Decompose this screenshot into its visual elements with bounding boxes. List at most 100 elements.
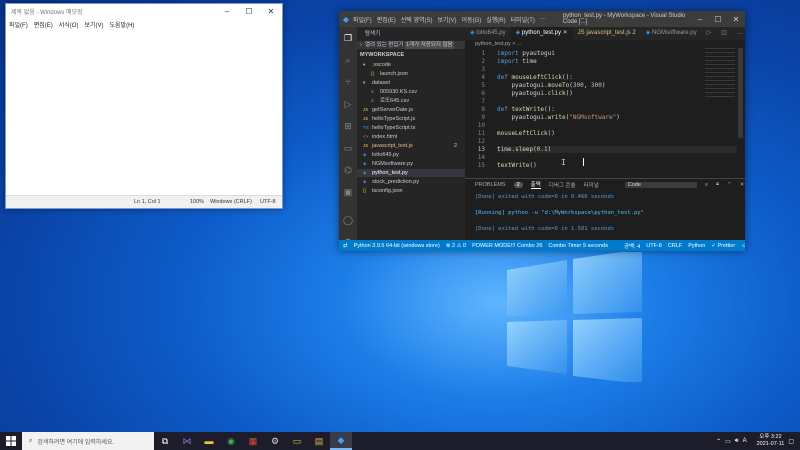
file-tree-item[interactable]: ◈ python_test.py <box>357 169 465 177</box>
vs-menu-more[interactable]: ... <box>540 15 545 24</box>
clear-output-icon[interactable]: ≡ <box>705 182 708 188</box>
notepad-text-area[interactable] <box>6 30 282 195</box>
workspace-section[interactable]: MYWORKSPACE <box>357 51 465 59</box>
file-tree-item[interactable]: {} launch.json <box>357 70 465 78</box>
vs-menu-run[interactable]: 실행(R) <box>486 15 505 24</box>
notification-center-icon[interactable]: ▢ <box>788 438 794 445</box>
close-panel-icon[interactable]: ✕ <box>740 182 745 188</box>
folder-icon[interactable]: ▭ <box>286 432 308 450</box>
account-icon[interactable]: ◯ <box>343 215 353 225</box>
vs-menu-go[interactable]: 이동(G) <box>462 15 482 24</box>
tab-ngmsoftware[interactable]: ◈ NGMsoftware.py <box>641 27 702 40</box>
file-tree-item[interactable]: ▾ dataset <box>357 79 465 87</box>
file-tree-item[interactable]: {} tsconfig.json <box>357 187 465 195</box>
menu-file[interactable]: 파일(F) <box>9 20 28 29</box>
vs-menu-view[interactable]: 보기(V) <box>438 15 457 24</box>
minimize-button[interactable]: – <box>216 7 238 16</box>
remote-icon[interactable]: ⇄ <box>343 243 348 249</box>
file-encoding[interactable]: UTF-8 <box>646 243 662 249</box>
prettier-status[interactable]: ✓ Prettier <box>711 243 735 249</box>
file-tree-item[interactable]: ≡ 005930.KS.csv <box>357 88 465 96</box>
minimize-button[interactable]: – <box>691 15 709 24</box>
extensions-icon[interactable]: ⊞ <box>343 121 353 131</box>
file-tree-item[interactable]: <> index.html <box>357 133 465 141</box>
task-view-icon[interactable]: ⧉ <box>154 432 176 450</box>
python-interpreter[interactable]: Python 3.9.5 64-bit (windows store) <box>354 243 440 249</box>
file-tree-item[interactable]: TS helloTypeScript.ts <box>357 124 465 132</box>
tab-output[interactable]: 출력 <box>530 180 541 189</box>
maximize-button[interactable]: ☐ <box>238 7 260 16</box>
vs-menu-edit[interactable]: 편집(E) <box>377 15 396 24</box>
volume-icon[interactable]: 🔊︎ <box>735 438 739 445</box>
maximize-button[interactable]: ☐ <box>709 15 727 24</box>
tab-python-test[interactable]: ◈ python_test.py ✕ <box>510 27 573 40</box>
menu-format[interactable]: 서식(O) <box>59 20 79 29</box>
vs-menu-selection[interactable]: 선택 영역(S) <box>401 15 433 24</box>
notepad-titlebar[interactable]: 제목 없음 - Windows 메모장 – ☐ ✕ <box>6 4 282 19</box>
open-editors-section[interactable]: › 열려 있는 편집기 1개가 저장되지 않음 <box>357 41 465 49</box>
start-button[interactable] <box>0 432 22 450</box>
file-tree-item[interactable]: JS javascript_test.js 2 <box>357 142 465 150</box>
close-button[interactable]: ✕ <box>260 7 282 16</box>
chrome-icon[interactable]: ◉ <box>220 432 242 450</box>
file-tree-item[interactable]: ◈ lotto645.py <box>357 151 465 159</box>
maximize-panel-icon[interactable]: ⌃ <box>727 182 732 188</box>
combo-timer: Combo Timer 9 seconds <box>548 242 608 249</box>
editor-scrollbar[interactable] <box>738 48 743 138</box>
file-explorer-icon[interactable]: ▬ <box>198 432 220 450</box>
file-tree-item[interactable]: JS getServerDate.js <box>357 106 465 114</box>
menu-view[interactable]: 보기(V) <box>84 20 103 29</box>
minimap[interactable] <box>705 48 735 98</box>
breadcrumb[interactable]: python_test.py > ... <box>465 40 745 48</box>
file-tree-item[interactable]: JS helloTypeScript.js <box>357 115 465 123</box>
notepad-taskbar-icon[interactable]: ▤ <box>308 432 330 450</box>
menu-help[interactable]: 도움말(H) <box>110 20 135 29</box>
problems-summary[interactable]: ⊗ 2 ⚠ 0 <box>446 243 466 249</box>
docker-icon[interactable]: ▣ <box>343 187 353 197</box>
more-actions-icon[interactable]: … <box>732 27 748 40</box>
code-editor[interactable]: 1 import pyautogui 2 import time 3 4 def mouse… <box>465 48 745 178</box>
tab-problems[interactable]: PROBLEMS <box>475 182 506 188</box>
feedback-icon[interactable]: ☺ <box>741 243 745 249</box>
visual-studio-icon[interactable]: ⋈ <box>176 432 198 450</box>
file-tree-item[interactable]: ≡ 로또645.csv <box>357 97 465 105</box>
source-control-icon[interactable]: ⑂ <box>343 77 353 87</box>
settings-icon[interactable]: ⚙ <box>264 432 286 450</box>
file-tree-item[interactable]: ▾ .vscode <box>357 61 465 69</box>
explorer-icon[interactable]: ❐ <box>343 33 353 43</box>
remote-explorer-icon[interactable]: ▭ <box>343 143 353 153</box>
vscode-taskbar-icon[interactable]: ◆ <box>330 432 352 450</box>
tab-debug-console[interactable]: 디버그 콘솔 <box>549 181 576 189</box>
indent-spaces[interactable]: 공백: 4 <box>624 242 640 250</box>
close-button[interactable]: ✕ <box>727 15 745 24</box>
menu-edit[interactable]: 편집(E) <box>34 20 53 29</box>
vscode-titlebar[interactable]: ◆ 파일(F) 편집(E) 선택 영역(S) 보기(V) 이동(G) 실행(R)… <box>339 11 745 27</box>
tray-overflow-icon[interactable]: ⌃ <box>716 438 721 445</box>
app-icon[interactable]: ▦ <box>242 432 264 450</box>
line-number: 6 <box>481 90 485 97</box>
output-channel-select[interactable]: Code <box>624 181 697 188</box>
python-icon[interactable]: ⌬ <box>343 165 353 175</box>
notepad-window[interactable]: 제목 없음 - Windows 메모장 – ☐ ✕ 파일(F) 편집(E) 서식… <box>5 3 283 209</box>
run-debug-icon[interactable]: ▷ <box>343 99 353 109</box>
tab-lotto645[interactable]: ◈ lotto645.py <box>465 27 511 40</box>
language-mode[interactable]: Python <box>688 243 705 249</box>
file-tree-item[interactable]: ◈ NGMsoftware.py <box>357 160 465 168</box>
clock[interactable]: 오후 3:22 2021-07-11 <box>757 434 785 448</box>
split-editor-icon[interactable]: ◫ <box>716 27 732 40</box>
problems-count-badge: 2 <box>513 181 523 188</box>
search-icon[interactable]: ⌕ <box>343 55 353 65</box>
js-file-icon: JS <box>363 116 369 121</box>
network-icon[interactable]: ▭ <box>725 438 731 445</box>
end-of-line[interactable]: CRLF <box>668 243 682 249</box>
lock-scroll-icon[interactable]: 🔒︎ <box>716 181 719 188</box>
run-file-icon[interactable]: ▷ <box>702 27 717 40</box>
taskbar-search[interactable]: ⌕ 검색하려면 여기에 입력하세요. <box>22 432 154 450</box>
tab-javascript-test[interactable]: JS javascript_test.js 2 <box>573 27 641 40</box>
vscode-window[interactable]: ◆ 파일(F) 편집(E) 선택 영역(S) 보기(V) 이동(G) 실행(R)… <box>339 11 745 251</box>
vs-menu-terminal[interactable]: 터미널(T) <box>511 15 535 24</box>
vs-menu-file[interactable]: 파일(F) <box>353 15 372 24</box>
ime-indicator[interactable]: A <box>743 438 747 444</box>
file-tree-item[interactable]: ◈ stock_prediction.py <box>357 178 465 186</box>
tab-terminal[interactable]: 터미널 <box>584 181 599 189</box>
